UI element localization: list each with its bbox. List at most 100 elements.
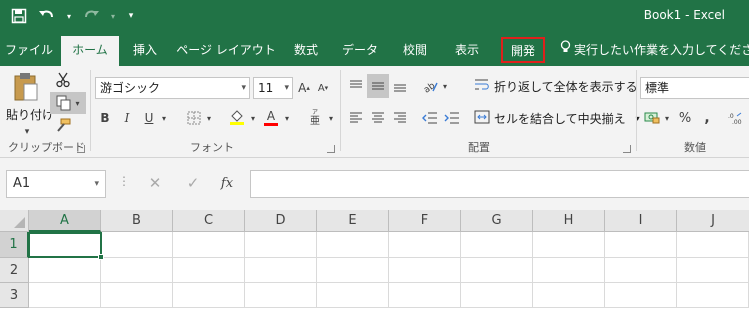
column-header-g[interactable]: G: [461, 210, 533, 232]
increase-decimal-icon[interactable]: .0.00: [726, 108, 746, 128]
paste-icon[interactable]: [6, 70, 46, 104]
column-header-h[interactable]: H: [533, 210, 605, 232]
format-painter-icon[interactable]: [52, 116, 74, 134]
italic-button[interactable]: I: [119, 108, 135, 128]
cell-d3[interactable]: [245, 283, 317, 308]
clipboard-launcher-icon[interactable]: [77, 145, 85, 153]
font-size-combo[interactable]: 11 ▾: [253, 77, 293, 99]
align-middle-icon[interactable]: [367, 74, 389, 98]
tab-home[interactable]: ホーム: [61, 36, 119, 66]
currency-format-icon[interactable]: [642, 106, 662, 128]
increase-font-size-icon[interactable]: A ▴: [296, 78, 312, 98]
cell-f3[interactable]: [389, 283, 461, 308]
align-right-icon[interactable]: [390, 108, 410, 128]
cell-e1[interactable]: [317, 232, 389, 258]
cell-e2[interactable]: [317, 258, 389, 283]
copy-icon[interactable]: ▾: [50, 92, 86, 114]
undo-dropdown-icon[interactable]: ▾: [64, 5, 74, 27]
phonetic-guide-icon[interactable]: ア亜: [306, 106, 326, 128]
insert-function-button[interactable]: fx: [216, 172, 238, 194]
enter-icon[interactable]: ✓: [182, 172, 204, 194]
orientation-icon[interactable]: ab: [420, 76, 440, 96]
paste-button[interactable]: 貼り付け: [6, 106, 54, 123]
align-bottom-icon[interactable]: [390, 76, 410, 96]
tab-page-layout[interactable]: ページ レイアウト: [176, 36, 276, 66]
cell-g3[interactable]: [461, 283, 533, 308]
column-header-f[interactable]: F: [389, 210, 461, 232]
formula-input[interactable]: [250, 170, 749, 198]
active-cell-a1[interactable]: [28, 232, 104, 260]
column-header-b[interactable]: B: [101, 210, 173, 232]
row-header-3[interactable]: 3: [0, 283, 29, 308]
row-header-1[interactable]: 1: [0, 232, 29, 258]
tab-insert[interactable]: 挿入: [123, 36, 167, 66]
cell-c3[interactable]: [173, 283, 245, 308]
align-top-icon[interactable]: [346, 76, 366, 96]
borders-icon[interactable]: [184, 108, 204, 128]
cell-h3[interactable]: [533, 283, 605, 308]
decrease-font-size-icon[interactable]: A ▾: [315, 78, 331, 98]
cell-f2[interactable]: [389, 258, 461, 283]
cell-e3[interactable]: [317, 283, 389, 308]
column-header-j[interactable]: J: [677, 210, 749, 232]
cell-i2[interactable]: [605, 258, 677, 283]
name-box[interactable]: A1 ▾: [6, 170, 106, 198]
cell-b3[interactable]: [101, 283, 173, 308]
align-left-icon[interactable]: [346, 108, 366, 128]
fill-handle[interactable]: [98, 254, 104, 260]
row-header-2[interactable]: 2: [0, 258, 29, 283]
merge-center-button[interactable]: セルを結合して中央揃え ▾: [474, 110, 640, 127]
orientation-dropdown-icon[interactable]: ▾: [440, 76, 450, 96]
cell-g1[interactable]: [461, 232, 533, 258]
cancel-icon[interactable]: ✕: [144, 172, 166, 194]
cell-j1[interactable]: [677, 232, 749, 258]
cell-c2[interactable]: [173, 258, 245, 283]
cell-i3[interactable]: [605, 283, 677, 308]
tab-data[interactable]: データ: [335, 36, 385, 66]
cut-icon[interactable]: [52, 70, 74, 90]
column-header-a[interactable]: A: [29, 210, 101, 232]
increase-indent-icon[interactable]: [442, 108, 462, 128]
font-name-combo[interactable]: 游ゴシック ▾: [95, 77, 250, 99]
tab-view[interactable]: 表示: [445, 36, 489, 66]
cell-b2[interactable]: [101, 258, 173, 283]
bold-button[interactable]: B: [97, 108, 113, 128]
redo-dropdown-icon[interactable]: ▾: [108, 5, 118, 27]
font-color-icon[interactable]: A: [262, 106, 280, 128]
cell-d2[interactable]: [245, 258, 317, 283]
column-header-d[interactable]: D: [245, 210, 317, 232]
number-format-combo[interactable]: 標準: [640, 77, 749, 99]
tab-file[interactable]: ファイル: [4, 36, 54, 66]
tab-formulas[interactable]: 数式: [284, 36, 328, 66]
column-header-e[interactable]: E: [317, 210, 389, 232]
tell-me-box[interactable]: 実行したい作業を入力してください: [560, 36, 749, 66]
cell-d1[interactable]: [245, 232, 317, 258]
select-all-button[interactable]: [0, 210, 29, 232]
comma-button[interactable]: ,: [700, 108, 714, 128]
underline-button[interactable]: U: [141, 108, 157, 128]
alignment-launcher-icon[interactable]: [623, 145, 631, 153]
cell-g2[interactable]: [461, 258, 533, 283]
font-launcher-icon[interactable]: [327, 145, 335, 153]
percent-button[interactable]: %: [677, 108, 693, 128]
cell-i1[interactable]: [605, 232, 677, 258]
cell-c1[interactable]: [173, 232, 245, 258]
fill-color-icon[interactable]: [226, 106, 248, 128]
formula-bar-grip-icon[interactable]: ⋮: [118, 174, 130, 188]
tab-review[interactable]: 校閲: [393, 36, 437, 66]
tab-developer[interactable]: 開発: [501, 37, 545, 63]
currency-dropdown-icon[interactable]: ▾: [662, 108, 672, 128]
cell-j2[interactable]: [677, 258, 749, 283]
borders-dropdown-icon[interactable]: ▾: [204, 108, 214, 128]
cell-a2[interactable]: [29, 258, 101, 283]
redo-icon[interactable]: [80, 5, 102, 27]
underline-dropdown-icon[interactable]: ▾: [158, 108, 170, 128]
paste-dropdown-icon[interactable]: ▾: [20, 126, 34, 138]
cell-f1[interactable]: [389, 232, 461, 258]
column-header-c[interactable]: C: [173, 210, 245, 232]
cell-h1[interactable]: [533, 232, 605, 258]
save-icon[interactable]: [8, 5, 30, 27]
font-color-dropdown-icon[interactable]: ▾: [282, 108, 292, 128]
cell-b1[interactable]: [101, 232, 173, 258]
customize-qat-icon[interactable]: ▾: [124, 5, 138, 27]
